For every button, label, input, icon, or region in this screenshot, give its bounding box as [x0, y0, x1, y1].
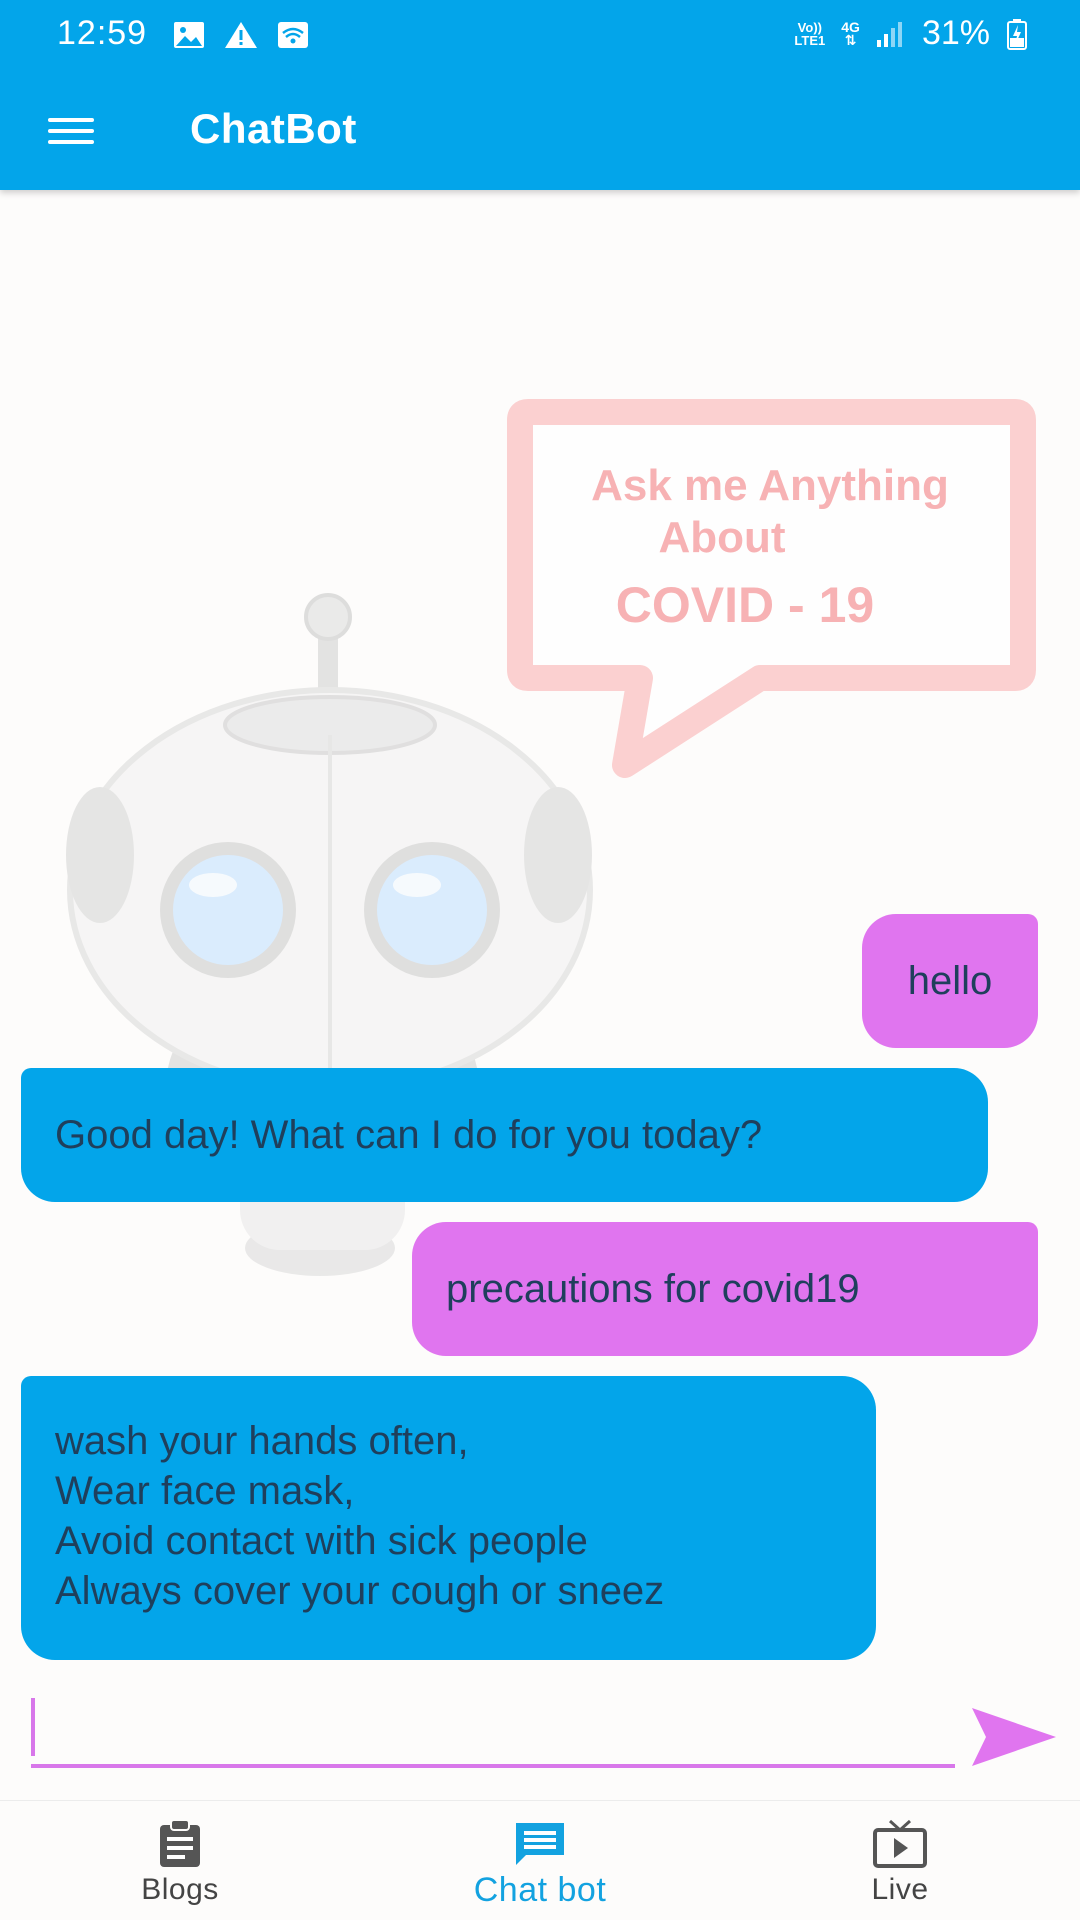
nav-label-blogs: Blogs: [141, 1873, 219, 1906]
user-message: hello: [862, 914, 1038, 1048]
nav-label-chat-bot: Chat bot: [473, 1871, 607, 1909]
speech-line-3: COVID - 19: [616, 577, 874, 633]
tv-icon: [873, 1819, 927, 1868]
network-type-indicator: 4G ⇅: [841, 18, 860, 48]
speech-bubble-graphic: Ask me Anything About COVID - 19: [507, 399, 1036, 778]
status-notification-icons: [172, 20, 310, 50]
speech-line-1: Ask me Anything: [591, 461, 949, 510]
status-system-icons: Vo)) LTE1 4G ⇅ 31%: [794, 14, 1028, 53]
chat-area[interactable]: Ask me Anything About COVID - 19 hello G…: [0, 190, 1080, 1660]
app-title: ChatBot: [190, 105, 357, 152]
bot-message: wash your hands often, Wear face mask, A…: [21, 1376, 876, 1660]
top-bar: 12:59 Vo)) LTE1 4G ⇅ 31% ChatBot: [0, 0, 1080, 190]
clipboard-icon: [160, 1819, 200, 1867]
text-cursor: [31, 1698, 35, 1756]
bottom-navigation: Blogs Chat bot Live: [0, 1800, 1080, 1920]
status-bar: 12:59 Vo)) LTE1 4G ⇅ 31%: [0, 0, 1080, 72]
message-input[interactable]: [31, 1698, 955, 1768]
battery-percentage: 31%: [921, 14, 990, 52]
send-icon[interactable]: [970, 1704, 1058, 1770]
app-bar: ChatBot: [0, 72, 1080, 190]
status-time: 12:59: [57, 14, 148, 52]
bot-message: Good day! What can I do for you today?: [21, 1068, 988, 1202]
user-message: precautions for covid19: [412, 1222, 1038, 1356]
nav-item-chat-bot[interactable]: Chat bot: [430, 1801, 650, 1920]
image-icon: [174, 22, 204, 48]
chatbot-app: 12:59 Vo)) LTE1 4G ⇅ 31% ChatBot Ask me …: [0, 0, 1080, 1920]
battery-charging-icon: [1007, 18, 1027, 50]
nav-item-blogs[interactable]: Blogs: [70, 1801, 290, 1920]
speech-line-2: About: [658, 513, 785, 562]
nav-label-live: Live: [871, 1873, 929, 1906]
wifi-icon: [278, 22, 308, 48]
nav-item-live[interactable]: Live: [790, 1801, 1010, 1920]
warning-icon: [225, 22, 257, 48]
signal-icon: [876, 21, 902, 47]
hamburger-menu-icon[interactable]: [40, 110, 102, 152]
chat-icon: [516, 1823, 564, 1865]
volte-indicator: Vo)) LTE1: [794, 19, 826, 48]
message-composer: [0, 1660, 1080, 1800]
